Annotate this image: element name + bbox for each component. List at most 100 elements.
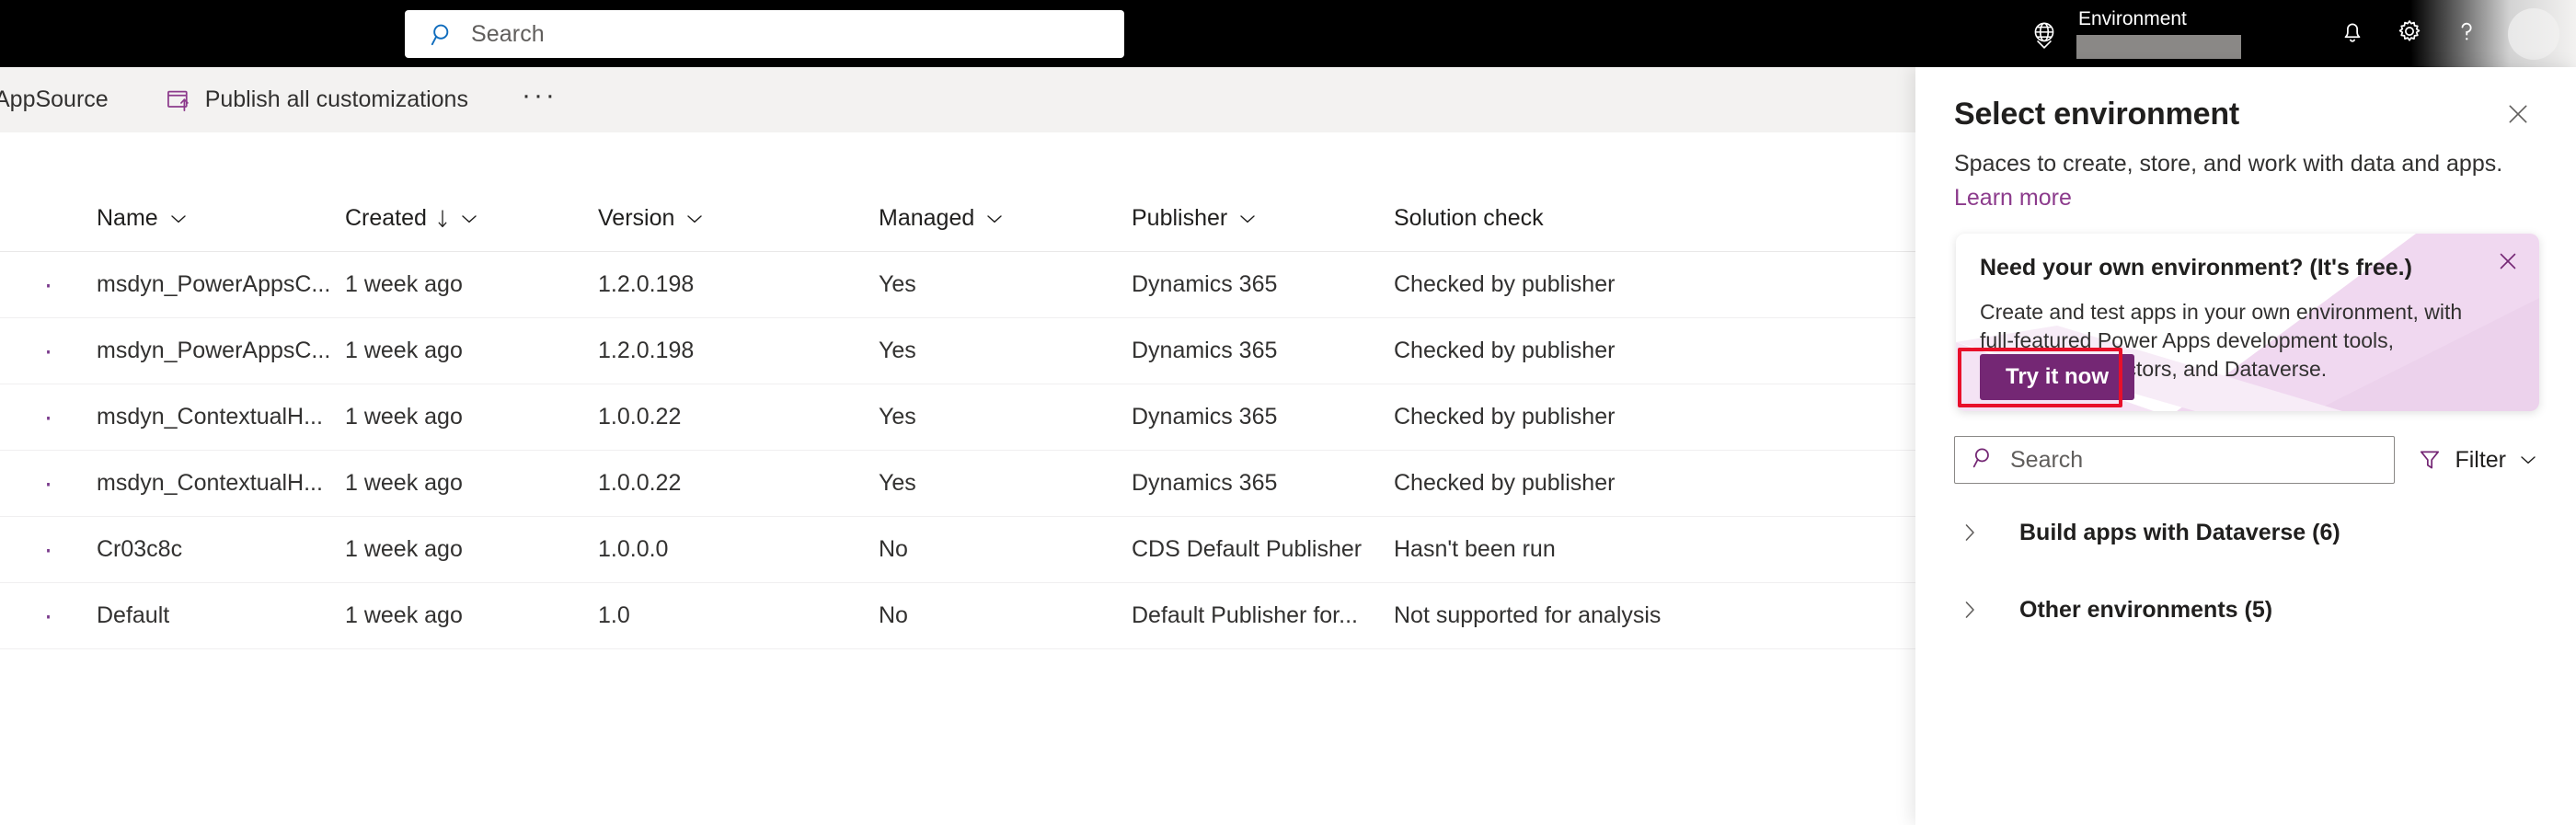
cell-name: msdyn_PowerAppsC... bbox=[97, 271, 331, 297]
cell-managed: No bbox=[879, 602, 908, 628]
cell-solution-check: Checked by publisher bbox=[1394, 271, 1616, 297]
notifications-button[interactable] bbox=[2324, 0, 2381, 67]
panel-subtitle: Spaces to create, store, and work with d… bbox=[1954, 151, 2503, 177]
cell-version: 1.0.0.22 bbox=[598, 470, 682, 496]
chevron-right-icon bbox=[1959, 599, 1981, 621]
column-header-publisher[interactable]: Publisher bbox=[1132, 205, 1394, 232]
row-context-menu-button[interactable]: ⋮ bbox=[0, 545, 97, 555]
callout-title: Need your own environment? (It's free.) bbox=[1980, 255, 2412, 281]
try-it-now-button[interactable]: Try it now bbox=[1980, 354, 2135, 400]
publish-all-customizations-button[interactable]: Publish all customizations bbox=[151, 67, 483, 132]
column-header-name[interactable]: Name bbox=[97, 205, 345, 232]
environment-group-other-environments[interactable]: Other environments (5) bbox=[1954, 581, 2537, 638]
cell-solution-check: Not supported for analysis bbox=[1394, 602, 1662, 628]
row-context-menu-button[interactable]: ⋮ bbox=[0, 479, 97, 488]
sort-descending-icon bbox=[436, 209, 449, 229]
cell-managed: Yes bbox=[879, 470, 916, 496]
gear-icon bbox=[2396, 17, 2423, 50]
chevron-down-icon bbox=[169, 213, 188, 224]
column-header-label: Name bbox=[97, 205, 158, 231]
environment-search-input[interactable]: Search bbox=[1954, 436, 2396, 484]
table-row[interactable]: ⋮ msdyn_ContextualH... 1 week ago 1.0.0.… bbox=[0, 384, 1932, 451]
cell-solution-check: Checked by publisher bbox=[1394, 338, 1616, 363]
cell-publisher: Dynamics 365 bbox=[1132, 470, 1278, 496]
row-context-menu-button[interactable]: ⋮ bbox=[0, 413, 97, 422]
column-header-label: Version bbox=[598, 205, 675, 231]
cell-publisher: Dynamics 365 bbox=[1132, 338, 1278, 363]
table-row[interactable]: ⋮ Cr03c8c 1 week ago 1.0.0.0 No CDS Defa… bbox=[0, 517, 1932, 583]
table-row[interactable]: ⋮ Default 1 week ago 1.0 No Default Publ… bbox=[0, 583, 1932, 649]
global-search-box[interactable]: Search bbox=[405, 10, 1124, 58]
row-context-menu-button[interactable]: ⋮ bbox=[0, 347, 97, 356]
row-context-menu-button[interactable]: ⋮ bbox=[0, 281, 97, 290]
cell-version: 1.2.0.198 bbox=[598, 338, 695, 363]
column-header-solution-check[interactable]: Solution check bbox=[1394, 205, 1780, 232]
command-bar-overflow-button[interactable]: ··· bbox=[507, 63, 572, 137]
environment-group-build-apps-with-dataverse[interactable]: Build apps with Dataverse (6) bbox=[1954, 504, 2537, 561]
close-icon bbox=[2506, 102, 2530, 131]
learn-more-link[interactable]: Learn more bbox=[1954, 183, 2072, 212]
row-context-menu-button[interactable]: ⋮ bbox=[0, 612, 97, 621]
table-row[interactable]: ⋮ msdyn_ContextualH... 1 week ago 1.0.0.… bbox=[0, 451, 1932, 517]
column-header-label: Publisher bbox=[1132, 205, 1228, 231]
group-label: Build apps with Dataverse (6) bbox=[2019, 519, 2340, 545]
cell-version: 1.0.0.22 bbox=[598, 404, 682, 430]
global-search-placeholder: Search bbox=[471, 20, 545, 47]
question-mark-icon bbox=[2453, 17, 2480, 50]
bell-icon bbox=[2339, 17, 2366, 50]
panel-header: Select environment bbox=[1954, 67, 2537, 135]
callout-close-button[interactable] bbox=[2491, 246, 2524, 280]
top-bar-right-cluster: Environment bbox=[2029, 0, 2576, 67]
kebab-menu-icon: ⋮ bbox=[0, 413, 97, 422]
column-header-label: Created bbox=[345, 205, 427, 231]
funnel-icon bbox=[2418, 448, 2442, 472]
filter-label: Filter bbox=[2455, 446, 2506, 473]
column-header-created[interactable]: Created bbox=[345, 205, 598, 232]
table-row[interactable]: ⋮ msdyn_PowerAppsC... 1 week ago 1.2.0.1… bbox=[0, 252, 1932, 318]
cell-publisher: CDS Default Publisher bbox=[1132, 536, 1363, 562]
environment-label: Environment bbox=[2078, 8, 2187, 29]
globe-icon[interactable] bbox=[2029, 18, 2060, 50]
cell-created: 1 week ago bbox=[345, 271, 463, 297]
cell-created: 1 week ago bbox=[345, 602, 463, 628]
cell-created: 1 week ago bbox=[345, 536, 463, 562]
publish-icon bbox=[166, 87, 191, 113]
cell-created: 1 week ago bbox=[345, 338, 463, 363]
publish-label: Publish all customizations bbox=[204, 86, 468, 112]
settings-button[interactable] bbox=[2381, 0, 2438, 67]
chevron-down-icon bbox=[1238, 213, 1257, 224]
cell-solution-check: Hasn't been run bbox=[1394, 536, 1556, 562]
cell-managed: Yes bbox=[879, 271, 916, 297]
panel-search-row: Search Filter bbox=[1954, 436, 2537, 484]
filter-button[interactable]: Filter bbox=[2418, 447, 2537, 474]
panel-title: Select environment bbox=[1954, 97, 2240, 132]
cell-version: 1.0 bbox=[598, 602, 630, 628]
environment-selector[interactable]: Environment bbox=[2076, 8, 2241, 59]
cell-solution-check: Checked by publisher bbox=[1394, 470, 1616, 496]
ellipsis-icon: ··· bbox=[521, 79, 558, 110]
cell-name: Default bbox=[97, 602, 170, 628]
cell-publisher: Dynamics 365 bbox=[1132, 404, 1278, 430]
cell-created: 1 week ago bbox=[345, 404, 463, 430]
column-header-managed[interactable]: Managed bbox=[879, 205, 1132, 232]
cell-created: 1 week ago bbox=[345, 470, 463, 496]
panel-close-button[interactable] bbox=[2499, 97, 2537, 135]
chevron-down-icon bbox=[985, 213, 1004, 224]
avatar[interactable] bbox=[2508, 7, 2559, 60]
solutions-table: Name Created Version Managed Publisher S… bbox=[0, 132, 1932, 649]
column-header-version[interactable]: Version bbox=[598, 205, 879, 232]
cell-version: 1.0.0.0 bbox=[598, 536, 669, 562]
chevron-down-icon bbox=[2519, 454, 2537, 465]
cell-name: Cr03c8c bbox=[97, 536, 183, 562]
kebab-menu-icon: ⋮ bbox=[0, 347, 97, 356]
appsource-button[interactable]: AppSource bbox=[0, 67, 123, 132]
cell-managed: Yes bbox=[879, 338, 916, 363]
close-icon bbox=[2497, 250, 2519, 277]
column-header-label: Solution check bbox=[1394, 205, 1544, 231]
cell-publisher: Dynamics 365 bbox=[1132, 271, 1278, 297]
cell-managed: Yes bbox=[879, 404, 916, 430]
cell-name: msdyn_ContextualH... bbox=[97, 404, 323, 430]
table-row[interactable]: ⋮ msdyn_PowerAppsC... 1 week ago 1.2.0.1… bbox=[0, 318, 1932, 384]
search-icon bbox=[1972, 446, 1995, 474]
help-button[interactable] bbox=[2438, 0, 2495, 67]
